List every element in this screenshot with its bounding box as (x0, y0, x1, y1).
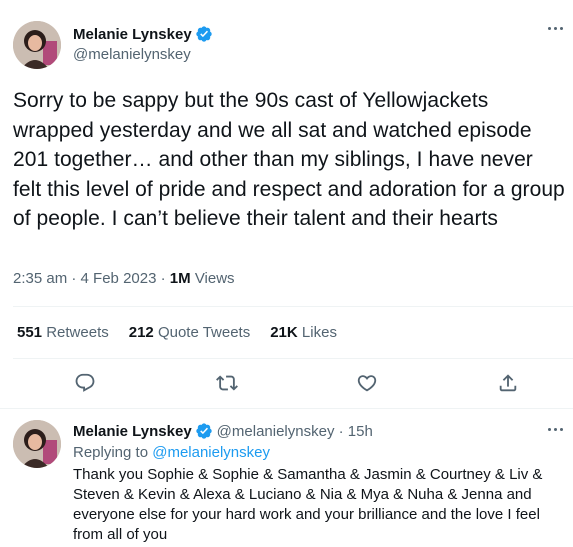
reply-icon[interactable] (74, 372, 96, 394)
like-icon[interactable] (356, 372, 378, 394)
likes-stat[interactable]: 21K Likes (270, 324, 337, 341)
tweet-time[interactable]: 2:35 am (13, 270, 67, 287)
retweets-stat[interactable]: 551 Retweets (17, 324, 109, 341)
retweets-count: 551 (17, 324, 43, 341)
views-count: 1M (169, 270, 191, 287)
author-handle-row: @melanielynskey (73, 46, 191, 63)
divider (13, 358, 573, 359)
likes-count: 21K (270, 324, 298, 341)
quote-tweets-count: 212 (128, 324, 154, 341)
likes-label: Likes (301, 324, 337, 341)
author-name-row: Melanie Lynskey (73, 25, 213, 43)
verified-badge-icon (195, 26, 212, 42)
reply-author-row: Melanie Lynskey @melanielynskey · 15h (73, 422, 373, 440)
divider (0, 408, 573, 409)
views-label: Views (194, 270, 235, 287)
reply-author-handle[interactable]: @melanielynskey (217, 423, 335, 440)
retweet-icon[interactable] (216, 372, 238, 394)
replying-to-prefix: Replying to (73, 444, 149, 461)
replying-to-handle[interactable]: @melanielynskey (152, 444, 270, 461)
author-name[interactable]: Melanie Lynskey (73, 26, 192, 43)
tweet-meta: 2:35 am · 4 Feb 2023 · 1M Views (13, 270, 235, 287)
quote-tweets-stat[interactable]: 212 Quote Tweets (129, 324, 250, 341)
verified-badge-icon (195, 423, 212, 439)
retweets-label: Retweets (46, 324, 109, 341)
engagement-stats: 551 Retweets 212 Quote Tweets 21K Likes (17, 324, 357, 341)
quote-tweets-label: Quote Tweets (157, 324, 251, 341)
author-handle[interactable]: @melanielynskey (73, 46, 191, 63)
reply-more-options-icon[interactable] (548, 428, 563, 431)
tweet-date[interactable]: 4 Feb 2023 (81, 270, 157, 287)
divider (13, 306, 573, 307)
reply-author-name[interactable]: Melanie Lynskey (73, 423, 192, 440)
reply-age[interactable]: 15h (348, 423, 373, 440)
reply-author-avatar[interactable] (13, 420, 61, 468)
share-icon[interactable] (497, 372, 519, 394)
tweet-text: Sorry to be sappy but the 90s cast of Ye… (13, 89, 565, 230)
author-avatar[interactable] (13, 21, 61, 69)
action-bar (0, 372, 573, 396)
more-options-icon[interactable] (548, 27, 563, 30)
reply-text: Thank you Sophie & Sophie & Samantha & J… (73, 466, 543, 543)
replying-to: Replying to @melanielynskey (73, 444, 270, 461)
